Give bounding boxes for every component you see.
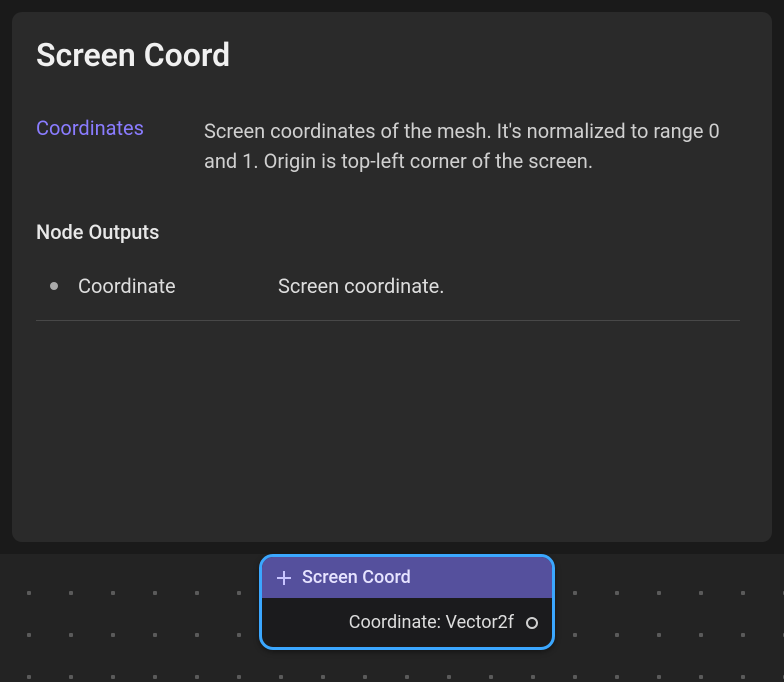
doc-panel: Screen Coord Coordinates Screen coordina… bbox=[12, 12, 772, 542]
page-title: Screen Coord bbox=[36, 36, 748, 74]
coordinates-description: Screen coordinates of the mesh. It's nor… bbox=[204, 116, 744, 176]
node-body: Coordinate: Vector2f bbox=[262, 598, 552, 647]
outputs-heading: Node Outputs bbox=[36, 220, 748, 244]
output-name: Coordinate bbox=[78, 274, 278, 298]
coordinates-row: Coordinates Screen coordinates of the me… bbox=[36, 116, 748, 176]
output-description: Screen coordinate. bbox=[278, 274, 445, 298]
coordinates-link[interactable]: Coordinates bbox=[36, 116, 144, 140]
node-output-label: Coordinate: Vector2f bbox=[349, 612, 514, 633]
node-title: Screen Coord bbox=[302, 567, 411, 588]
bullet-icon bbox=[50, 282, 58, 290]
output-row: Coordinate Screen coordinate. bbox=[36, 266, 740, 321]
node-header[interactable]: Screen Coord bbox=[262, 557, 552, 598]
screen-coord-node[interactable]: Screen Coord Coordinate: Vector2f bbox=[259, 554, 555, 650]
plus-icon bbox=[276, 570, 292, 586]
output-port[interactable] bbox=[526, 617, 538, 629]
